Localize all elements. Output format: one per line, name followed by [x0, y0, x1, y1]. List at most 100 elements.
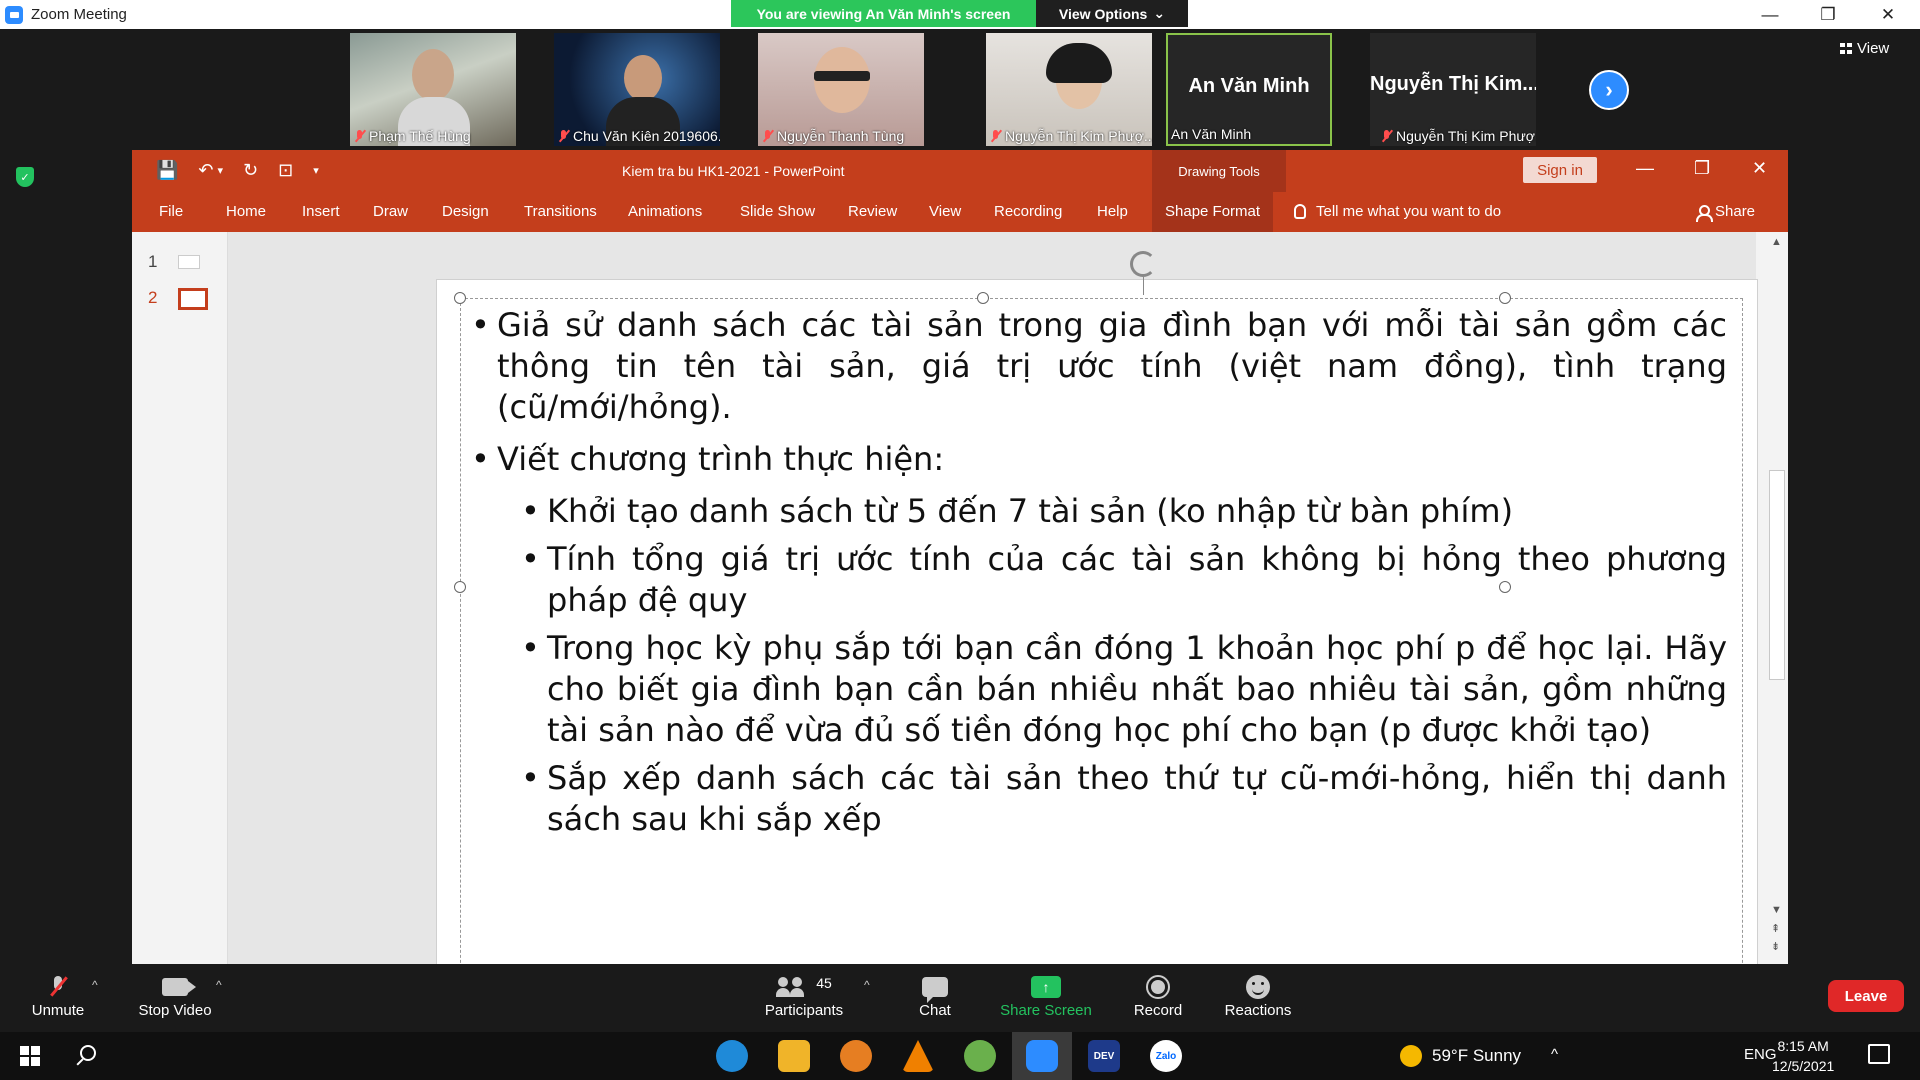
- sign-in-button[interactable]: Sign in: [1523, 157, 1597, 183]
- tab-slide-show[interactable]: Slide Show: [740, 203, 815, 220]
- participants-button[interactable]: 45 Participants: [762, 972, 846, 1019]
- windows-start-icon[interactable]: [20, 1046, 40, 1066]
- stop-video-label: Stop Video: [138, 1002, 212, 1019]
- ppt-share-button[interactable]: Share: [1696, 203, 1755, 222]
- clock-time: 8:15 AM: [1777, 1038, 1829, 1054]
- mic-muted-icon: [353, 129, 366, 143]
- stop-video-button[interactable]: Stop Video: [136, 972, 214, 1019]
- tab-review[interactable]: Review: [848, 203, 897, 220]
- next-slide-icon[interactable]: ⇟: [1771, 940, 1780, 953]
- search-icon[interactable]: [80, 1045, 96, 1061]
- ppt-minimize-button[interactable]: —: [1636, 158, 1654, 179]
- participants-label: Participants: [764, 1002, 844, 1019]
- slide-editing-canvas: Giả sử danh sách các tài sản trong gia đ…: [228, 232, 1758, 964]
- tab-transitions[interactable]: Transitions: [524, 203, 597, 220]
- participants-options-caret-icon[interactable]: ^: [864, 978, 870, 992]
- chat-bubble-icon: [922, 977, 948, 1003]
- tab-file[interactable]: File: [159, 203, 183, 220]
- rotate-handle-icon[interactable]: [1130, 251, 1156, 277]
- unmute-label: Unmute: [31, 1002, 85, 1019]
- file-explorer-icon[interactable]: [778, 1040, 810, 1072]
- reactions-smiley-icon: [1246, 975, 1270, 999]
- window-title: Zoom Meeting: [31, 6, 127, 23]
- record-label: Record: [1133, 1002, 1183, 1019]
- participant-face: [412, 49, 454, 101]
- undo-dropdown-icon[interactable]: ▾: [218, 164, 224, 177]
- resize-handle[interactable]: [454, 292, 466, 304]
- mic-muted-icon: [989, 129, 1002, 143]
- tab-view[interactable]: View: [929, 203, 961, 220]
- unmute-button[interactable]: Unmute: [27, 972, 89, 1019]
- scrollbar-thumb[interactable]: [1769, 470, 1785, 680]
- window-restore-button[interactable]: ❐: [1800, 0, 1856, 29]
- shared-powerpoint-window: 💾 ↶ ▾ ↻ ⊡ ▾ Kiem tra bu HK1-2021 - Power…: [132, 150, 1788, 964]
- weather-text: 59°F Sunny: [1432, 1046, 1522, 1065]
- vertical-scrollbar[interactable]: ▲ ▼ ⇞ ⇟: [1766, 232, 1788, 964]
- ppt-ribbon-tabs: File Home Insert Draw Design Transitions…: [132, 192, 1788, 232]
- tab-home[interactable]: Home: [226, 203, 266, 220]
- video-options-caret-icon[interactable]: ^: [216, 978, 222, 992]
- participant-tile[interactable]: Phạm Thế Hùng: [350, 33, 516, 146]
- participant-tile[interactable]: Nguyễn Thị Kim Phượ...: [986, 33, 1152, 146]
- content-textbox[interactable]: Giả sử danh sách các tài sản trong gia đ…: [454, 251, 1743, 964]
- sun-icon: [1400, 1045, 1422, 1067]
- resize-handle[interactable]: [1499, 292, 1511, 304]
- window-close-button[interactable]: ✕: [1860, 0, 1916, 29]
- participant-hair: [1046, 43, 1112, 83]
- tray-overflow-caret-icon[interactable]: ^: [1551, 1046, 1558, 1063]
- scroll-up-arrow-icon[interactable]: ▲: [1771, 236, 1782, 248]
- window-minimize-button[interactable]: —: [1742, 0, 1798, 29]
- audio-options-caret-icon[interactable]: ^: [92, 978, 98, 992]
- redo-icon[interactable]: ↻: [243, 160, 258, 181]
- participant-tile-active-speaker[interactable]: An Văn Minh An Văn Minh: [1166, 33, 1332, 146]
- green-app-icon[interactable]: [964, 1040, 996, 1072]
- start-presentation-icon[interactable]: ⊡: [278, 160, 293, 181]
- fl-studio-icon[interactable]: [840, 1040, 872, 1072]
- slide-bullet-list: Giả sử danh sách các tài sản trong gia đ…: [471, 305, 1727, 847]
- save-icon[interactable]: 💾: [156, 160, 178, 181]
- ppt-close-button[interactable]: ✕: [1752, 158, 1767, 179]
- leave-meeting-button[interactable]: Leave: [1828, 980, 1904, 1012]
- chat-button[interactable]: Chat: [912, 972, 958, 1019]
- ppt-restore-button[interactable]: ❐: [1694, 158, 1710, 179]
- resize-handle[interactable]: [454, 581, 466, 593]
- tab-animations[interactable]: Animations: [628, 203, 702, 220]
- vlc-icon[interactable]: [902, 1040, 934, 1072]
- record-icon: [1146, 975, 1170, 999]
- record-button[interactable]: Record: [1130, 972, 1186, 1019]
- tab-draw[interactable]: Draw: [373, 203, 408, 220]
- gallery-next-arrow-icon[interactable]: ›: [1589, 70, 1629, 110]
- slide-thumbnail-selected[interactable]: [178, 288, 208, 310]
- participant-tile[interactable]: Nguyễn Thanh Tùng: [758, 33, 924, 146]
- slide-thumbnail[interactable]: [178, 255, 200, 269]
- resize-handle[interactable]: [977, 292, 989, 304]
- weather-widget[interactable]: 59°F Sunny: [1400, 1045, 1521, 1067]
- notification-center-icon[interactable]: [1868, 1044, 1890, 1064]
- view-button[interactable]: View: [1840, 40, 1889, 57]
- undo-icon[interactable]: ↶: [198, 160, 213, 181]
- participant-tile[interactable]: Nguyễn Thị Kim... Nguyễn Thị Kim Phượ...: [1370, 33, 1536, 146]
- tab-shape-format[interactable]: Shape Format: [1152, 192, 1274, 232]
- participant-face: [624, 55, 662, 101]
- zalo-icon[interactable]: Zalo: [1150, 1040, 1182, 1072]
- scroll-down-arrow-icon[interactable]: ▼: [1771, 904, 1782, 916]
- tab-recording[interactable]: Recording: [994, 203, 1062, 220]
- reactions-button[interactable]: Reactions: [1224, 972, 1292, 1019]
- tell-me-search[interactable]: Tell me what you want to do: [1294, 203, 1501, 220]
- view-options-label: View Options: [1058, 5, 1148, 22]
- ppt-titlebar: 💾 ↶ ▾ ↻ ⊡ ▾ Kiem tra bu HK1-2021 - Power…: [132, 150, 1788, 192]
- previous-slide-icon[interactable]: ⇞: [1771, 922, 1780, 935]
- share-screen-button[interactable]: ↑ Share Screen: [1000, 972, 1092, 1019]
- customize-qat-icon[interactable]: ▾: [313, 164, 319, 177]
- tab-help[interactable]: Help: [1097, 203, 1128, 220]
- edge-icon[interactable]: [716, 1040, 748, 1072]
- view-options-button[interactable]: View Options ⌄: [1036, 0, 1188, 27]
- participant-tile[interactable]: Chu Văn Kiên 2019606...: [554, 33, 720, 146]
- security-shield-icon[interactable]: ✓: [16, 167, 34, 187]
- tell-me-label: Tell me what you want to do: [1316, 203, 1502, 220]
- tab-design[interactable]: Design: [442, 203, 489, 220]
- zoom-icon[interactable]: [1026, 1040, 1058, 1072]
- system-clock[interactable]: 8:15 AM 12/5/2021: [1772, 1036, 1834, 1076]
- dev-cpp-icon[interactable]: DEV: [1088, 1040, 1120, 1072]
- tab-insert[interactable]: Insert: [302, 203, 340, 220]
